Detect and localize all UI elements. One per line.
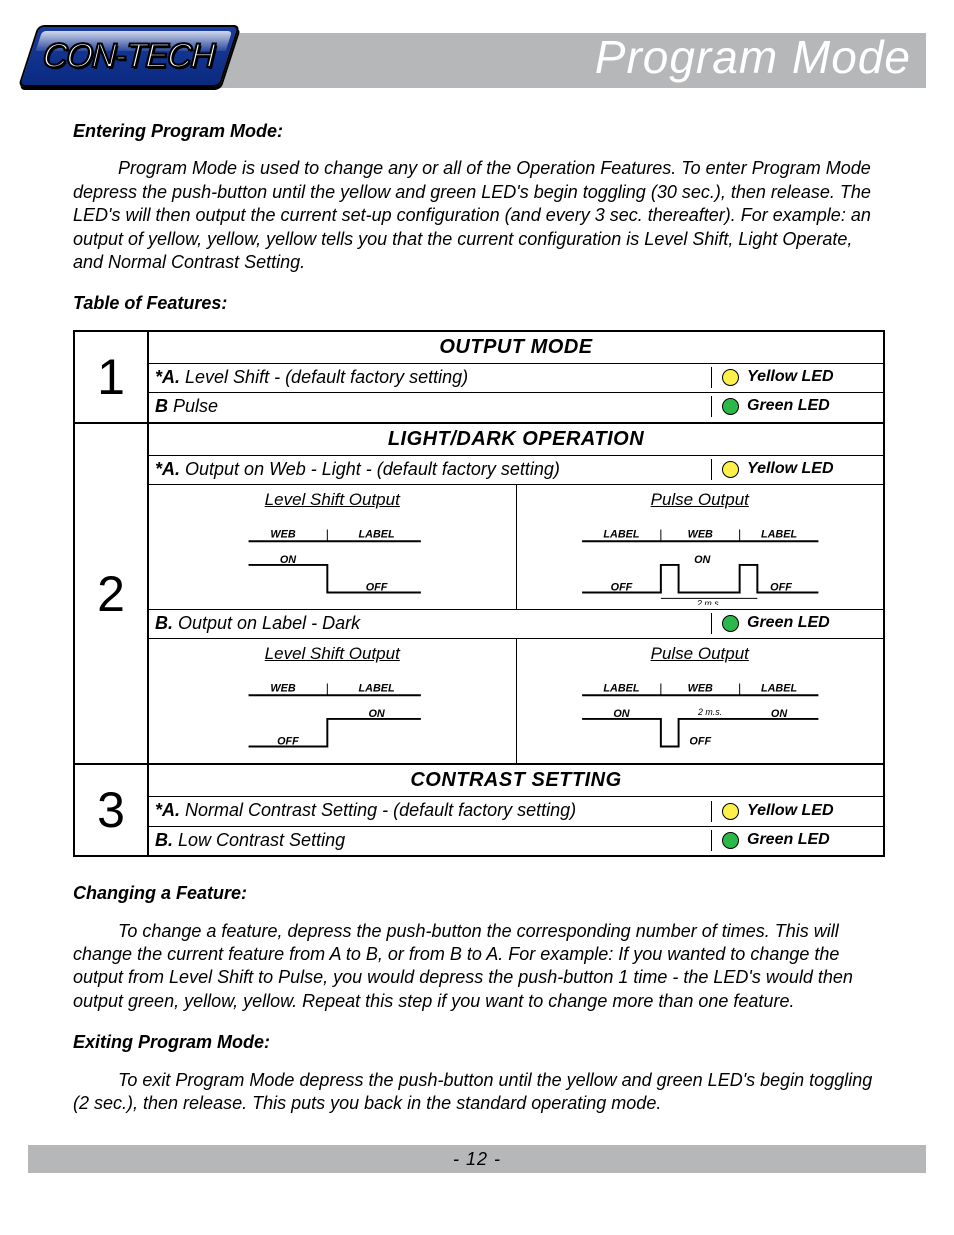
svg-text:LABEL: LABEL — [359, 683, 395, 695]
diagram-level-shift-b: Level Shift Output WEB LABEL OFF ON — [149, 639, 516, 763]
exiting-body: To exit Program Mode depress the push-bu… — [73, 1069, 881, 1116]
svg-text:ON: ON — [770, 708, 786, 720]
diagram-row: Level Shift Output WEB LABEL ON OFF — [149, 485, 883, 610]
svg-text:LABEL: LABEL — [603, 683, 639, 695]
led-indicator: Yellow LED — [711, 459, 877, 480]
diagram-pulse-a: Pulse Output LABEL WEB LABEL — [516, 485, 884, 609]
svg-text:ON: ON — [613, 708, 629, 720]
page-title: Program Mode — [595, 30, 911, 84]
entering-body: Program Mode is used to change any or al… — [73, 157, 881, 274]
table-row: B. Output on Label - Dark Green LED — [149, 610, 883, 639]
diagram-pulse-b: Pulse Output LABEL WEB LABEL — [516, 639, 884, 763]
feature-section-1: 1 OUTPUT MODE *A. Level Shift - (default… — [75, 332, 883, 424]
logo-text: CON-TECH — [23, 27, 235, 85]
section-title-light-dark: LIGHT/DARK OPERATION — [149, 424, 883, 456]
feature-number-2: 2 — [75, 424, 149, 764]
svg-text:ON: ON — [368, 708, 384, 720]
page-number: - 12 - — [453, 1149, 501, 1170]
svg-text:WEB: WEB — [270, 683, 295, 695]
svg-text:ON: ON — [694, 554, 710, 566]
changing-body: To change a feature, depress the push-bu… — [73, 920, 881, 1014]
green-led-icon — [722, 398, 739, 415]
led-indicator: Green LED — [711, 830, 877, 851]
svg-text:ON: ON — [280, 554, 296, 566]
svg-text:LABEL: LABEL — [760, 683, 796, 695]
svg-text:OFF: OFF — [689, 736, 711, 748]
exiting-heading: Exiting Program Mode: — [73, 1031, 881, 1054]
table-row: *A. Output on Web - Light - (default fac… — [149, 456, 883, 485]
content: Entering Program Mode: Program Mode is u… — [28, 120, 926, 1115]
header-bar: CON-TECH Program Mode — [28, 25, 926, 95]
feature-number-3: 3 — [75, 765, 149, 855]
svg-text:2 m.s.: 2 m.s. — [696, 598, 721, 605]
diagram-level-shift-a: Level Shift Output WEB LABEL ON OFF — [149, 485, 516, 609]
svg-text:WEB: WEB — [687, 528, 712, 540]
svg-text:LABEL: LABEL — [760, 528, 796, 540]
led-indicator: Yellow LED — [711, 801, 877, 822]
green-led-icon — [722, 615, 739, 632]
svg-text:WEB: WEB — [270, 528, 295, 540]
svg-text:OFF: OFF — [770, 582, 792, 594]
table-row: *A. Level Shift - (default factory setti… — [149, 364, 883, 393]
changing-heading: Changing a Feature: — [73, 882, 881, 905]
diagram-row: Level Shift Output WEB LABEL OFF ON — [149, 639, 883, 763]
footer-bar: - 12 - — [28, 1145, 926, 1173]
svg-text:OFF: OFF — [366, 582, 388, 594]
table-row: B Pulse Green LED — [149, 393, 883, 421]
svg-text:OFF: OFF — [610, 582, 632, 594]
table-row: B. Low Contrast Setting Green LED — [149, 827, 883, 855]
section-title-output-mode: OUTPUT MODE — [149, 332, 883, 364]
features-table: 1 OUTPUT MODE *A. Level Shift - (default… — [73, 330, 885, 858]
section-title-contrast: CONTRAST SETTING — [149, 765, 883, 797]
table-row: *A. Normal Contrast Setting - (default f… — [149, 797, 883, 826]
svg-text:2 m.s.: 2 m.s. — [697, 707, 722, 717]
led-indicator: Green LED — [711, 613, 877, 634]
yellow-led-icon — [722, 461, 739, 478]
logo: CON-TECH — [28, 25, 228, 85]
svg-text:WEB: WEB — [687, 683, 712, 695]
table-heading: Table of Features: — [73, 292, 881, 315]
feature-section-2: 2 LIGHT/DARK OPERATION *A. Output on Web… — [75, 424, 883, 766]
led-indicator: Green LED — [711, 396, 877, 417]
svg-text:LABEL: LABEL — [603, 528, 639, 540]
feature-section-3: 3 CONTRAST SETTING *A. Normal Contrast S… — [75, 765, 883, 855]
entering-heading: Entering Program Mode: — [73, 120, 881, 143]
feature-number-1: 1 — [75, 332, 149, 422]
page: CON-TECH Program Mode Entering Program M… — [0, 0, 954, 1193]
yellow-led-icon — [722, 369, 739, 386]
led-indicator: Yellow LED — [711, 367, 877, 388]
green-led-icon — [722, 832, 739, 849]
svg-text:OFF: OFF — [277, 736, 299, 748]
svg-text:LABEL: LABEL — [359, 528, 395, 540]
yellow-led-icon — [722, 803, 739, 820]
